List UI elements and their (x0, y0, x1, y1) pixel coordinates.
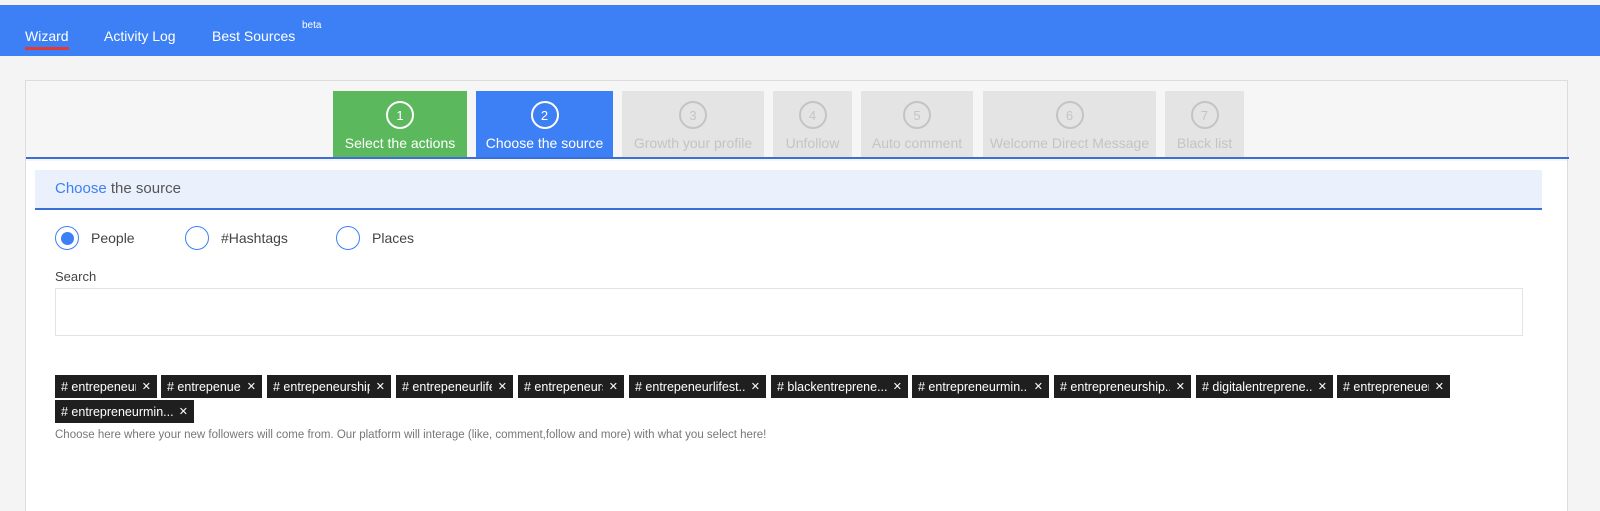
remove-tag-icon[interactable]: ✕ (1435, 380, 1444, 393)
beta-badge: beta (302, 20, 322, 31)
tag-text: # entrepeneurlifest... (635, 379, 745, 394)
tag-text: # entrepeneur (61, 379, 136, 394)
section-title: Choose the source (35, 170, 1542, 210)
remove-tag-icon[interactable]: ✕ (893, 380, 902, 393)
tab-best-sources[interactable]: Best Sources (212, 28, 295, 44)
step-unfollow[interactable]: 4 Unfollow (773, 91, 852, 157)
tag-text: # entrepreneuer (1343, 379, 1429, 394)
tag-text: # entrepenuer (167, 379, 241, 394)
tag-text: # digitalentreprene... (1202, 379, 1312, 394)
step-label: Auto comment (871, 135, 963, 151)
wizard-panel: 1 Select the actions 2 Choose the source… (25, 80, 1569, 511)
remove-tag-icon[interactable]: ✕ (376, 380, 385, 393)
tag-text: # entrepreneurmin... (918, 379, 1028, 394)
remove-tag-icon[interactable]: ✕ (1034, 380, 1043, 393)
top-nav-bar: Wizard Activity Log Best Sources beta (0, 5, 1600, 56)
step-number: 4 (798, 101, 827, 129)
tag-chip: # entrepeneurship ✕ (267, 375, 391, 398)
step-label: Welcome Direct Message (989, 135, 1150, 151)
step-label: Choose the source (485, 135, 604, 151)
tag-chip: # blackentreprene... ✕ (771, 375, 908, 398)
remove-tag-icon[interactable]: ✕ (247, 380, 256, 393)
tag-chip: # digitalentreprene... ✕ (1196, 375, 1333, 398)
radio-label: #Hashtags (221, 230, 288, 246)
radio-button[interactable] (336, 226, 360, 250)
step-label: Black list (1176, 135, 1233, 151)
tag-chip: # entrepeneurlifest... ✕ (629, 375, 766, 398)
remove-tag-icon[interactable]: ✕ (142, 380, 151, 393)
tab-wizard[interactable]: Wizard (25, 28, 69, 50)
tag-chip: # entrepeneur ✕ (55, 375, 157, 398)
section-title-rest: the source (106, 180, 181, 197)
remove-tag-icon[interactable]: ✕ (751, 380, 760, 393)
tag-chip: # entrepeneurs ✕ (518, 375, 624, 398)
tag-chip: # entrepreneurmin... ✕ (912, 375, 1049, 398)
remove-tag-icon[interactable]: ✕ (609, 380, 618, 393)
help-text: Choose here where your new followers wil… (55, 429, 767, 441)
tag-chip: # entrepeneurlife ✕ (396, 375, 513, 398)
radio-button[interactable] (185, 226, 209, 250)
search-label: Search (55, 269, 97, 284)
radio-label: People (91, 230, 135, 246)
step-number: 1 (386, 101, 414, 129)
section-title-accent: Choose (55, 180, 107, 197)
tag-chip: # entrepreneurship... ✕ (1054, 375, 1191, 398)
radio-hashtags[interactable]: #Hashtags (185, 226, 288, 250)
tag-chip: # entrepreneuer ✕ (1337, 375, 1450, 398)
steps-divider (26, 157, 1569, 159)
radio-button-checked[interactable] (55, 226, 79, 250)
step-label: Unfollow (785, 135, 840, 151)
step-number: 2 (530, 101, 559, 129)
step-welcome-dm[interactable]: 6 Welcome Direct Message (983, 91, 1156, 157)
tag-text: # entrepreneurmin... (61, 404, 173, 419)
step-number: 7 (1190, 101, 1219, 129)
tab-activity-log[interactable]: Activity Log (104, 28, 176, 44)
radio-people[interactable]: People (55, 226, 135, 250)
tag-chip: # entrepenuer ✕ (161, 375, 262, 398)
step-choose-source[interactable]: 2 Choose the source (476, 91, 613, 157)
remove-tag-icon[interactable]: ✕ (1176, 380, 1185, 393)
step-black-list[interactable]: 7 Black list (1165, 91, 1244, 157)
tag-chip: # entrepreneurmin... ✕ (55, 400, 194, 423)
remove-tag-icon[interactable]: ✕ (498, 380, 507, 393)
radio-places[interactable]: Places (336, 226, 414, 250)
tag-text: # entrepeneurship (273, 379, 370, 394)
step-growth-profile[interactable]: 3 Growth your profile (622, 91, 764, 157)
step-label: Select the actions (344, 135, 456, 151)
tag-text: # blackentreprene... (777, 379, 887, 394)
step-number: 3 (679, 101, 707, 129)
tag-text: # entrepreneurship... (1060, 379, 1170, 394)
tag-text: # entrepeneurs (524, 379, 603, 394)
step-label: Growth your profile (633, 135, 753, 151)
remove-tag-icon[interactable]: ✕ (179, 405, 188, 418)
step-number: 5 (903, 101, 931, 129)
tag-text: # entrepeneurlife (402, 379, 492, 394)
remove-tag-icon[interactable]: ✕ (1318, 380, 1327, 393)
step-auto-comment[interactable]: 5 Auto comment (861, 91, 973, 157)
step-number: 6 (1055, 101, 1084, 129)
radio-label: Places (372, 230, 415, 246)
step-content: Choose the source People #Hashtags Place… (26, 161, 1567, 511)
search-input[interactable] (55, 288, 1523, 336)
step-select-actions[interactable]: 1 Select the actions (333, 91, 467, 157)
